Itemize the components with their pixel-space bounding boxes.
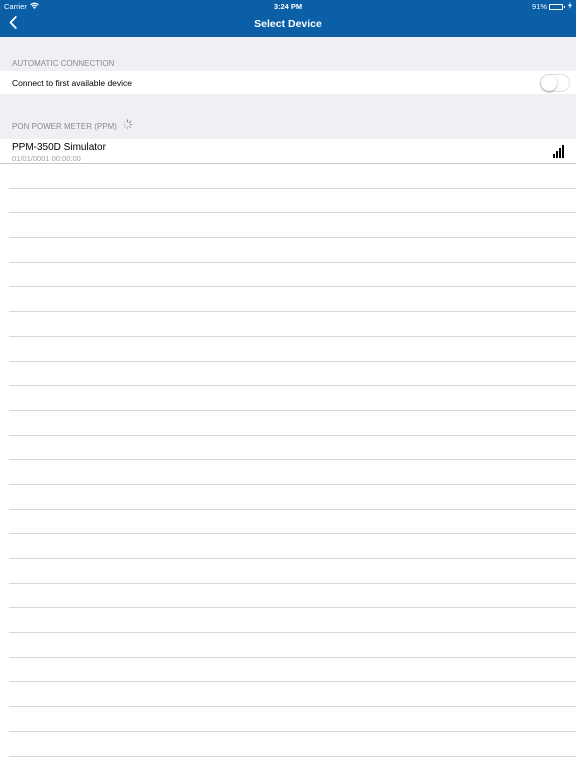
empty-row: [9, 362, 576, 387]
devices-section-header-label: PON POWER METER (PPM): [12, 122, 117, 131]
battery-percent: 91%: [531, 2, 547, 11]
signal-bar: [553, 154, 555, 158]
empty-row: [9, 287, 576, 313]
devices-section-header: PON POWER METER (PPM): [0, 94, 576, 139]
device-name: PPM-350D Simulator: [12, 142, 106, 153]
empty-row: [9, 312, 576, 337]
automatic-connection-label: Connect to first available device: [12, 77, 133, 88]
empty-row: [9, 337, 576, 362]
device-date: 01/01/0001 00:00:00: [12, 154, 81, 163]
bolt-icon: [568, 2, 572, 11]
empty-row: [9, 411, 576, 436]
empty-row: [9, 460, 576, 485]
status-time: 3:24 PM: [273, 2, 303, 11]
automatic-connection-row: Connect to first available device: [0, 71, 576, 94]
automatic-connection-header-label: AUTOMATIC CONNECTION: [12, 59, 115, 68]
signal-bar: [559, 148, 561, 158]
navigation-bar: Select Device: [0, 13, 576, 37]
empty-row: [9, 485, 576, 510]
empty-row: [9, 608, 576, 634]
device-row[interactable]: PPM-350D Simulator 01/01/0001 00:00:00: [0, 139, 576, 164]
empty-row: [9, 584, 576, 609]
empty-row: [9, 658, 576, 683]
empty-row: [9, 386, 576, 411]
empty-row: [9, 189, 576, 214]
page-title: Select Device: [254, 18, 322, 30]
signal-bar: [556, 151, 558, 158]
empty-row: [9, 534, 576, 559]
empty-row: [9, 707, 576, 732]
empty-row: [9, 633, 576, 658]
battery-info: 91%: [532, 2, 572, 11]
status-bar: Carrier 3:24 PM 91%: [0, 0, 576, 13]
signal-bar: [562, 145, 564, 158]
empty-row: [9, 682, 576, 708]
empty-row: [9, 238, 576, 263]
signal-strength-icon: [553, 145, 564, 158]
empty-row: [9, 213, 576, 239]
empty-row: [9, 263, 576, 288]
automatic-connection-header: AUTOMATIC CONNECTION: [0, 37, 576, 71]
empty-row: [9, 510, 576, 535]
empty-row: [9, 559, 576, 584]
empty-row: [9, 436, 576, 461]
automatic-connection-toggle[interactable]: [540, 74, 570, 92]
empty-row: [9, 732, 576, 757]
toggle-knob: [541, 75, 557, 91]
empty-table-rows: [0, 164, 576, 757]
activity-spinner-icon: [122, 119, 133, 132]
battery-icon: [549, 3, 565, 10]
device-list[interactable]: AUTOMATIC CONNECTION Connect to first av…: [0, 37, 576, 768]
empty-row: [9, 164, 576, 189]
